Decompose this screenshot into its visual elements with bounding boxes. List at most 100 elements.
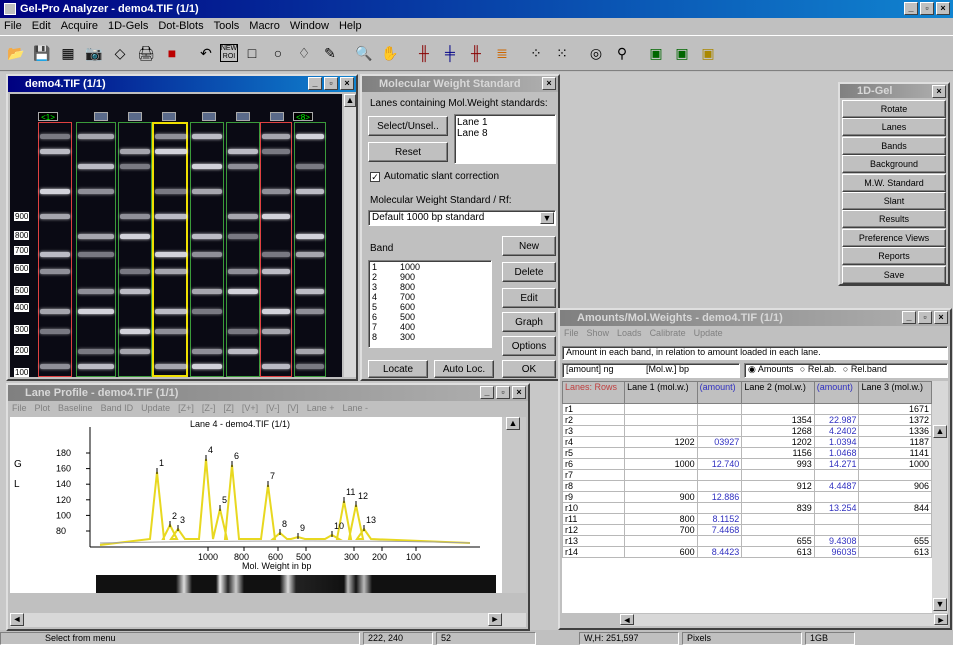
save-icon[interactable]: 💾 [30,41,54,65]
band-list-item[interactable]: 8 300 [372,332,488,342]
gel-lane[interactable] [226,122,260,377]
profile-vertical-scrollbar[interactable]: ▲ [502,417,526,593]
gel1d-slant-button[interactable]: Slant [842,192,946,210]
gel-lane-selected[interactable] [152,122,188,377]
band-list-item[interactable]: 4 700 [372,292,488,302]
band-list-item[interactable]: 2 900 [372,272,488,282]
scroll-left-icon[interactable]: ◄ [620,614,634,625]
chevron-down-icon[interactable]: ▼ [540,212,554,224]
band-list-item[interactable]: 7 400 [372,322,488,332]
locate-button[interactable]: Locate [368,360,428,378]
options-button[interactable]: Options [502,336,556,356]
band-list[interactable]: 1 1000 2 900 3 800 4 700 5 600 6 500 7 400 8 300 [368,260,492,348]
rectangle-icon[interactable]: □ [240,41,264,65]
table-row[interactable]: r14 600 8.4423 613 96035 613 [562,546,932,558]
bands-icon[interactable]: ╪ [438,41,462,65]
gel1d-rotate-button[interactable]: Rotate [842,100,946,118]
gel-lane[interactable] [260,122,292,377]
table-row[interactable]: r8 912 4.4487 906 [562,480,932,492]
scroll-right-icon[interactable]: ► [934,614,948,625]
table-row[interactable]: r4 1202 03927 1202 1.0394 1187 [562,436,932,448]
profile-menu-item[interactable]: Band ID [101,403,134,413]
profile-menu-item[interactable]: Baseline [58,403,93,413]
maximize-button[interactable]: ▫ [920,2,934,15]
gel1d-m-w-standard-button[interactable]: M.W. Standard [842,173,946,192]
profile-menu-item[interactable]: [V+] [242,403,258,413]
grid-icon[interactable]: ▦ [56,41,80,65]
graph-button[interactable]: Graph [502,312,556,332]
table-row[interactable]: r7 [562,469,932,481]
select-unselect-button[interactable]: Select/Unsel.. [368,116,448,136]
table-row[interactable]: r9 900 12.886 [562,491,932,503]
menu-tools[interactable]: Tools [214,20,240,32]
lanes2-icon[interactable]: ╫ [464,41,488,65]
profile-close-button[interactable]: × [512,386,526,399]
image-icon[interactable]: ▣ [644,41,668,65]
amounts-menu-item[interactable]: File [564,328,579,338]
scroll-up-icon[interactable]: ▲ [506,417,520,430]
auto-locate-button[interactable]: Auto Loc. [434,360,494,378]
gel1d-lanes-button[interactable]: Lanes [842,118,946,137]
menu-acquire[interactable]: Acquire [61,20,98,32]
profile-menu-item[interactable]: [Z-] [202,403,216,413]
radio-relband[interactable]: ○ Rel.band [843,364,887,374]
profile-menu-item[interactable]: File [12,403,27,413]
table-row[interactable]: r3 1268 4.2402 1336 [562,425,932,437]
menu-file[interactable]: File [4,20,22,32]
menu-1d-gels[interactable]: 1D-Gels [108,20,148,32]
gel-lane[interactable] [190,122,224,377]
profile-maximize-button[interactable]: ▫ [496,386,510,399]
dotblot-icon[interactable]: ⁘ [524,41,548,65]
profile-menu-item[interactable]: Lane + [307,403,335,413]
table-row[interactable]: r1 1671 [562,403,932,415]
radio-amounts[interactable]: ◉ Amounts [748,364,793,374]
new-roi-icon[interactable]: NEW ROI [220,44,238,62]
gel-lane[interactable] [118,122,152,377]
table-row[interactable]: r13 655 9.4308 655 [562,535,932,547]
book-icon[interactable]: ■ [160,41,184,65]
profile-menu-item[interactable]: [Z] [223,403,234,413]
scroll-up-icon[interactable]: ▲ [933,425,947,438]
band-list-item[interactable]: 3 800 [372,282,488,292]
profile-menu-item[interactable]: Lane - [342,403,368,413]
lanes-icon[interactable]: ╫ [412,41,436,65]
slant-checkbox[interactable]: ✓ [370,172,380,182]
undo-icon[interactable]: ↶ [194,41,218,65]
menu-dot-blots[interactable]: Dot-Blots [158,20,203,32]
minimize-button[interactable]: _ [904,2,918,15]
scroll-left-icon[interactable]: ◄ [10,613,24,626]
profile-horizontal-scrollbar[interactable]: ◄ ► [10,613,526,627]
gel-maximize-button[interactable]: ▫ [324,77,338,90]
amounts-menu-item[interactable]: Loads [617,328,642,338]
zoom-icon[interactable]: 🔍 [352,41,376,65]
list-item[interactable]: Lane 8 [457,128,553,139]
dotblot2-icon[interactable]: ⁙ [550,41,574,65]
profile-menu-item[interactable]: [Z+] [178,403,194,413]
profile-menu-item[interactable]: Update [141,403,170,413]
reset-button[interactable]: Reset [368,142,448,162]
amounts-maximize-button[interactable]: ▫ [918,311,932,324]
hand-icon[interactable]: ✋ [378,41,402,65]
menu-window[interactable]: Window [290,20,329,32]
amounts-close-button[interactable]: × [934,311,948,324]
standard-select[interactable]: Default 1000 bp standard ▼ [368,210,556,226]
pencil-icon[interactable]: ✎ [318,41,342,65]
menu-macro[interactable]: Macro [249,20,280,32]
table-row[interactable]: r2 1354 22.987 1372 [562,414,932,426]
table-row[interactable]: r12 700 7.4468 [562,524,932,536]
band-list-item[interactable]: 6 500 [372,312,488,322]
gel-lane[interactable] [294,122,326,377]
branch-icon[interactable]: ⚲ [610,41,634,65]
amounts-horizontal-scrollbar[interactable]: ◄ ► [620,614,948,626]
scroll-up-icon[interactable]: ▲ [344,94,356,107]
menu-edit[interactable]: Edit [32,20,51,32]
gel1d-preference-views-button[interactable]: Preference Views [842,228,946,247]
profile-menu-item[interactable]: Plot [35,403,51,413]
delete-button[interactable]: Delete [502,262,556,282]
table-row[interactable]: r10 839 13.254 844 [562,502,932,514]
table-row[interactable]: r6 1000 12.740 993 14.271 1000 [562,458,932,470]
open-icon[interactable]: 📂 [4,41,28,65]
ellipse-icon[interactable]: ○ [266,41,290,65]
menu-help[interactable]: Help [339,20,362,32]
image2-icon[interactable]: ▣ [670,41,694,65]
